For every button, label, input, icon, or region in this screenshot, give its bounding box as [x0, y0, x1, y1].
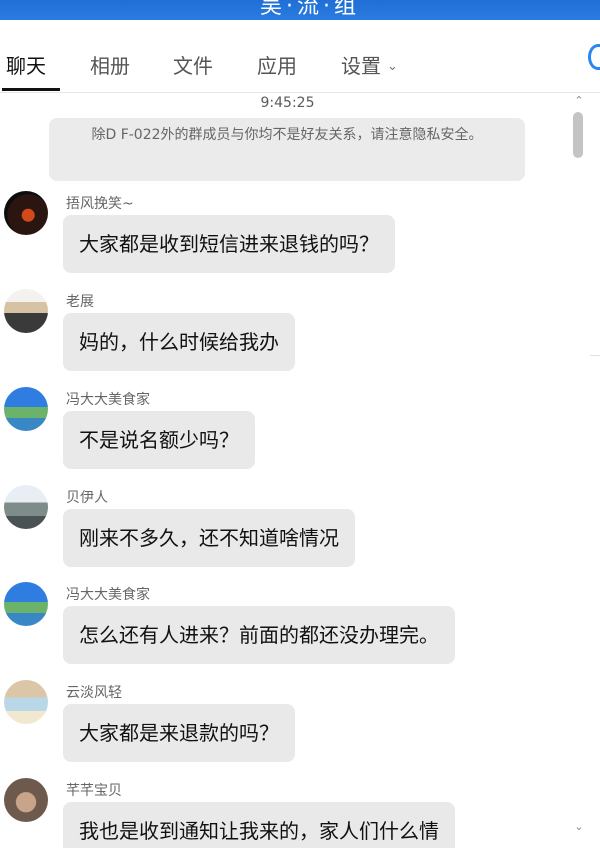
message-item: 捂风挽笑~ 大家都是收到短信进来退钱的吗？	[0, 191, 570, 287]
avatar[interactable]	[4, 778, 48, 822]
scroll-down-icon[interactable]: ⌄	[573, 821, 585, 832]
message-item: 云淡风轻 大家都是来退款的吗？	[0, 680, 570, 776]
tab-files[interactable]: 文件	[173, 50, 213, 79]
sender-name[interactable]: 冯大大美食家	[66, 389, 150, 409]
message-bubble[interactable]: 我也是收到通知让我来的，家人们什么情	[63, 802, 455, 848]
message-timestamp: 9:45:25	[260, 95, 315, 111]
message-item: 老展 妈的，什么时候给我办	[0, 289, 570, 385]
scroll-thumb[interactable]	[573, 112, 583, 158]
sender-name[interactable]: 冯大大美食家	[66, 584, 150, 604]
tab-apps[interactable]: 应用	[257, 50, 297, 79]
avatar[interactable]	[4, 582, 48, 626]
tab-settings[interactable]: 设置 ⌄	[341, 50, 398, 79]
chat-area[interactable]: 9:45:25 除D F-022外的群成员与你均不是好友关系，请注意隐私安全。 …	[0, 94, 570, 848]
chevron-down-icon: ⌄	[387, 59, 398, 74]
message-item: 冯大大美食家 怎么还有人进来？前面的都还没办理完。	[0, 582, 570, 678]
message-bubble[interactable]: 怎么还有人进来？前面的都还没办理完。	[63, 606, 455, 664]
avatar[interactable]	[4, 387, 48, 431]
sender-name[interactable]: 捂风挽笑~	[66, 193, 134, 213]
sender-name[interactable]: 贝伊人	[66, 487, 108, 507]
title-bar: 吴·流·组	[0, 0, 600, 20]
scrollbar[interactable]: ⌃ ⌄	[568, 94, 590, 848]
avatar[interactable]	[4, 191, 48, 235]
window-title: 吴·流·组	[260, 0, 360, 19]
sender-name[interactable]: 芊芊宝贝	[66, 780, 122, 800]
scroll-up-icon[interactable]: ⌃	[573, 95, 585, 106]
privacy-notice: 除D F-022外的群成员与你均不是好友关系，请注意隐私安全。	[49, 118, 525, 181]
tab-album[interactable]: 相册	[90, 50, 130, 79]
message-bubble[interactable]: 大家都是收到短信进来退钱的吗？	[63, 215, 395, 273]
divider	[590, 355, 600, 356]
tab-settings-label: 设置	[341, 54, 381, 78]
phone-icon[interactable]	[588, 44, 600, 70]
avatar[interactable]	[4, 289, 48, 333]
avatar[interactable]	[4, 485, 48, 529]
message-bubble[interactable]: 大家都是来退款的吗？	[63, 704, 295, 762]
avatar[interactable]	[4, 680, 48, 724]
tab-bar: 聊天 相册 文件 应用 设置 ⌄	[0, 20, 600, 93]
sender-name[interactable]: 老展	[66, 291, 94, 311]
message-item: 芊芊宝贝 我也是收到通知让我来的，家人们什么情	[0, 778, 570, 848]
message-bubble[interactable]: 刚来不多久，还不知道啥情况	[63, 509, 355, 567]
tab-chat[interactable]: 聊天	[6, 50, 46, 79]
message-item: 冯大大美食家 不是说名额少吗？	[0, 387, 570, 483]
active-tab-indicator	[2, 88, 60, 91]
message-bubble[interactable]: 妈的，什么时候给我办	[63, 313, 295, 371]
message-item: 贝伊人 刚来不多久，还不知道啥情况	[0, 485, 570, 581]
message-bubble[interactable]: 不是说名额少吗？	[63, 411, 255, 469]
sender-name[interactable]: 云淡风轻	[66, 682, 122, 702]
